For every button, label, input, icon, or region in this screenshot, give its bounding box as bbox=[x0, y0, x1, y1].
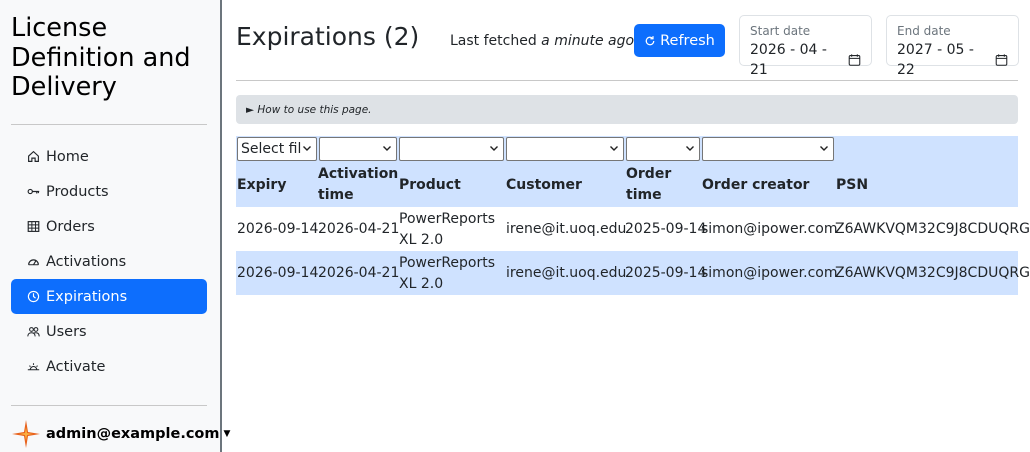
sidebar-divider-bottom bbox=[11, 405, 207, 406]
sidebar-item-home[interactable]: Home bbox=[11, 139, 207, 174]
refresh-button[interactable]: Refresh bbox=[634, 24, 725, 57]
filter-select-activation[interactable] bbox=[319, 137, 397, 161]
speedometer-icon bbox=[25, 253, 42, 270]
sidebar-item-label: Users bbox=[46, 323, 87, 340]
filter-select-value: Select fil bbox=[241, 141, 302, 157]
header-divider bbox=[236, 80, 1018, 81]
start-date-field[interactable]: Start date 2026 - 04 - 21 bbox=[739, 15, 872, 78]
filter-select-order-creator[interactable] bbox=[702, 137, 834, 161]
sidebar-item-orders[interactable]: Orders bbox=[11, 209, 207, 244]
clock-icon bbox=[25, 288, 42, 305]
cell-order-time: 2025-09-14 bbox=[625, 265, 707, 281]
user-menu[interactable]: admin@example.com ▼ bbox=[11, 416, 230, 452]
sidebar-item-activations[interactable]: Activations bbox=[11, 244, 207, 279]
chevron-down-icon bbox=[610, 146, 618, 151]
calendar-icon[interactable] bbox=[995, 53, 1008, 67]
last-fetched-value: a minute ago. bbox=[541, 33, 639, 49]
cell-psn: Z6AWKVQM32C9J8CDUQRG bbox=[835, 265, 1030, 281]
sidebar-item-label: Activate bbox=[46, 358, 106, 375]
sidebar-item-label: Activations bbox=[46, 253, 127, 270]
column-header-order-time[interactable]: Order time bbox=[626, 164, 671, 206]
column-header-customer[interactable]: Customer bbox=[506, 175, 582, 196]
main-content: Expirations (2) Last fetched a minute ag… bbox=[224, 0, 1030, 452]
cell-order-creator: simon@ipower.com bbox=[701, 221, 838, 237]
cell-expiry: 2026-09-14 bbox=[237, 265, 319, 281]
start-date-value: 2026 - 04 - 21 bbox=[750, 42, 827, 78]
table-icon bbox=[25, 218, 42, 235]
filter-select-customer[interactable] bbox=[506, 137, 624, 161]
sunrise-icon bbox=[25, 358, 42, 375]
sidebar-item-products[interactable]: Products bbox=[11, 174, 207, 209]
filter-select-product[interactable] bbox=[399, 137, 504, 161]
end-date-value: 2027 - 05 - 22 bbox=[897, 42, 974, 78]
cell-expiry: 2026-09-14 bbox=[237, 221, 319, 237]
brand-logo-icon bbox=[12, 420, 40, 448]
refresh-icon bbox=[645, 35, 655, 45]
sidebar-item-label: Expirations bbox=[46, 288, 128, 305]
chevron-down-icon bbox=[383, 146, 391, 151]
cell-order-creator: simon@ipower.com bbox=[701, 265, 838, 281]
expirations-table: Select fil Expiry Activation time Product… bbox=[236, 136, 1030, 295]
page-title: Expirations (2) bbox=[236, 22, 420, 51]
chevron-down-icon bbox=[686, 146, 694, 151]
sidebar-divider-top bbox=[11, 124, 207, 125]
table-row[interactable]: 2026-09-14 2026-04-21 PowerReports XL 2.0… bbox=[236, 207, 1030, 251]
end-date-field[interactable]: End date 2027 - 05 - 22 bbox=[886, 15, 1019, 78]
sidebar-item-label: Orders bbox=[46, 218, 95, 235]
sidebar-nav: Home Products Orders Activations Expirat… bbox=[11, 139, 207, 384]
cell-product: PowerReports XL 2.0 bbox=[399, 211, 496, 248]
sidebar-item-label: Products bbox=[46, 183, 109, 200]
cell-customer: irene@it.uoq.edu bbox=[506, 221, 627, 237]
chevron-down-icon bbox=[490, 146, 498, 151]
end-date-label: End date bbox=[897, 24, 951, 38]
cell-customer: irene@it.uoq.edu bbox=[506, 265, 627, 281]
cell-activation-time: 2026-04-21 bbox=[318, 221, 400, 237]
chevron-down-icon bbox=[820, 146, 828, 151]
sidebar-item-label: Home bbox=[46, 148, 89, 165]
sidebar-item-expirations[interactable]: Expirations bbox=[11, 279, 207, 314]
refresh-button-label: Refresh bbox=[660, 32, 715, 49]
user-email: admin@example.com bbox=[46, 426, 220, 442]
chevron-down-icon bbox=[303, 146, 311, 151]
cell-psn: Z6AWKVQM32C9J8CDUQRG bbox=[835, 221, 1030, 237]
column-header-order-creator[interactable]: Order creator bbox=[702, 175, 809, 196]
help-toggle[interactable]: ► How to use this page. bbox=[236, 95, 1018, 124]
column-header-expiry[interactable]: Expiry bbox=[237, 175, 286, 196]
cell-activation-time: 2026-04-21 bbox=[318, 265, 400, 281]
calendar-icon[interactable] bbox=[848, 53, 861, 67]
start-date-label: Start date bbox=[750, 24, 811, 38]
people-icon bbox=[25, 323, 42, 340]
table-header: Select fil Expiry Activation time Product… bbox=[236, 136, 1018, 207]
cell-order-time: 2025-09-14 bbox=[625, 221, 707, 237]
last-fetched-label: Last fetched bbox=[450, 33, 537, 49]
cell-product: PowerReports XL 2.0 bbox=[399, 255, 496, 292]
filter-select-order-time[interactable] bbox=[626, 137, 700, 161]
sidebar-item-activate[interactable]: Activate bbox=[11, 349, 207, 384]
last-fetched-status: Last fetched a minute ago. bbox=[450, 33, 639, 49]
table-row[interactable]: 2026-09-14 2026-04-21 PowerReports XL 2.0… bbox=[236, 251, 1030, 295]
column-header-activation-time[interactable]: Activation time bbox=[318, 164, 398, 206]
house-icon bbox=[25, 148, 42, 165]
filter-select-expiry[interactable]: Select fil bbox=[237, 137, 317, 161]
column-header-psn[interactable]: PSN bbox=[836, 175, 868, 196]
sidebar: License Definition and Delivery Home Pro… bbox=[0, 0, 230, 452]
key-icon bbox=[25, 183, 42, 200]
column-header-product[interactable]: Product bbox=[399, 175, 461, 196]
app-title: License Definition and Delivery bbox=[11, 13, 191, 102]
sidebar-item-users[interactable]: Users bbox=[11, 314, 207, 349]
